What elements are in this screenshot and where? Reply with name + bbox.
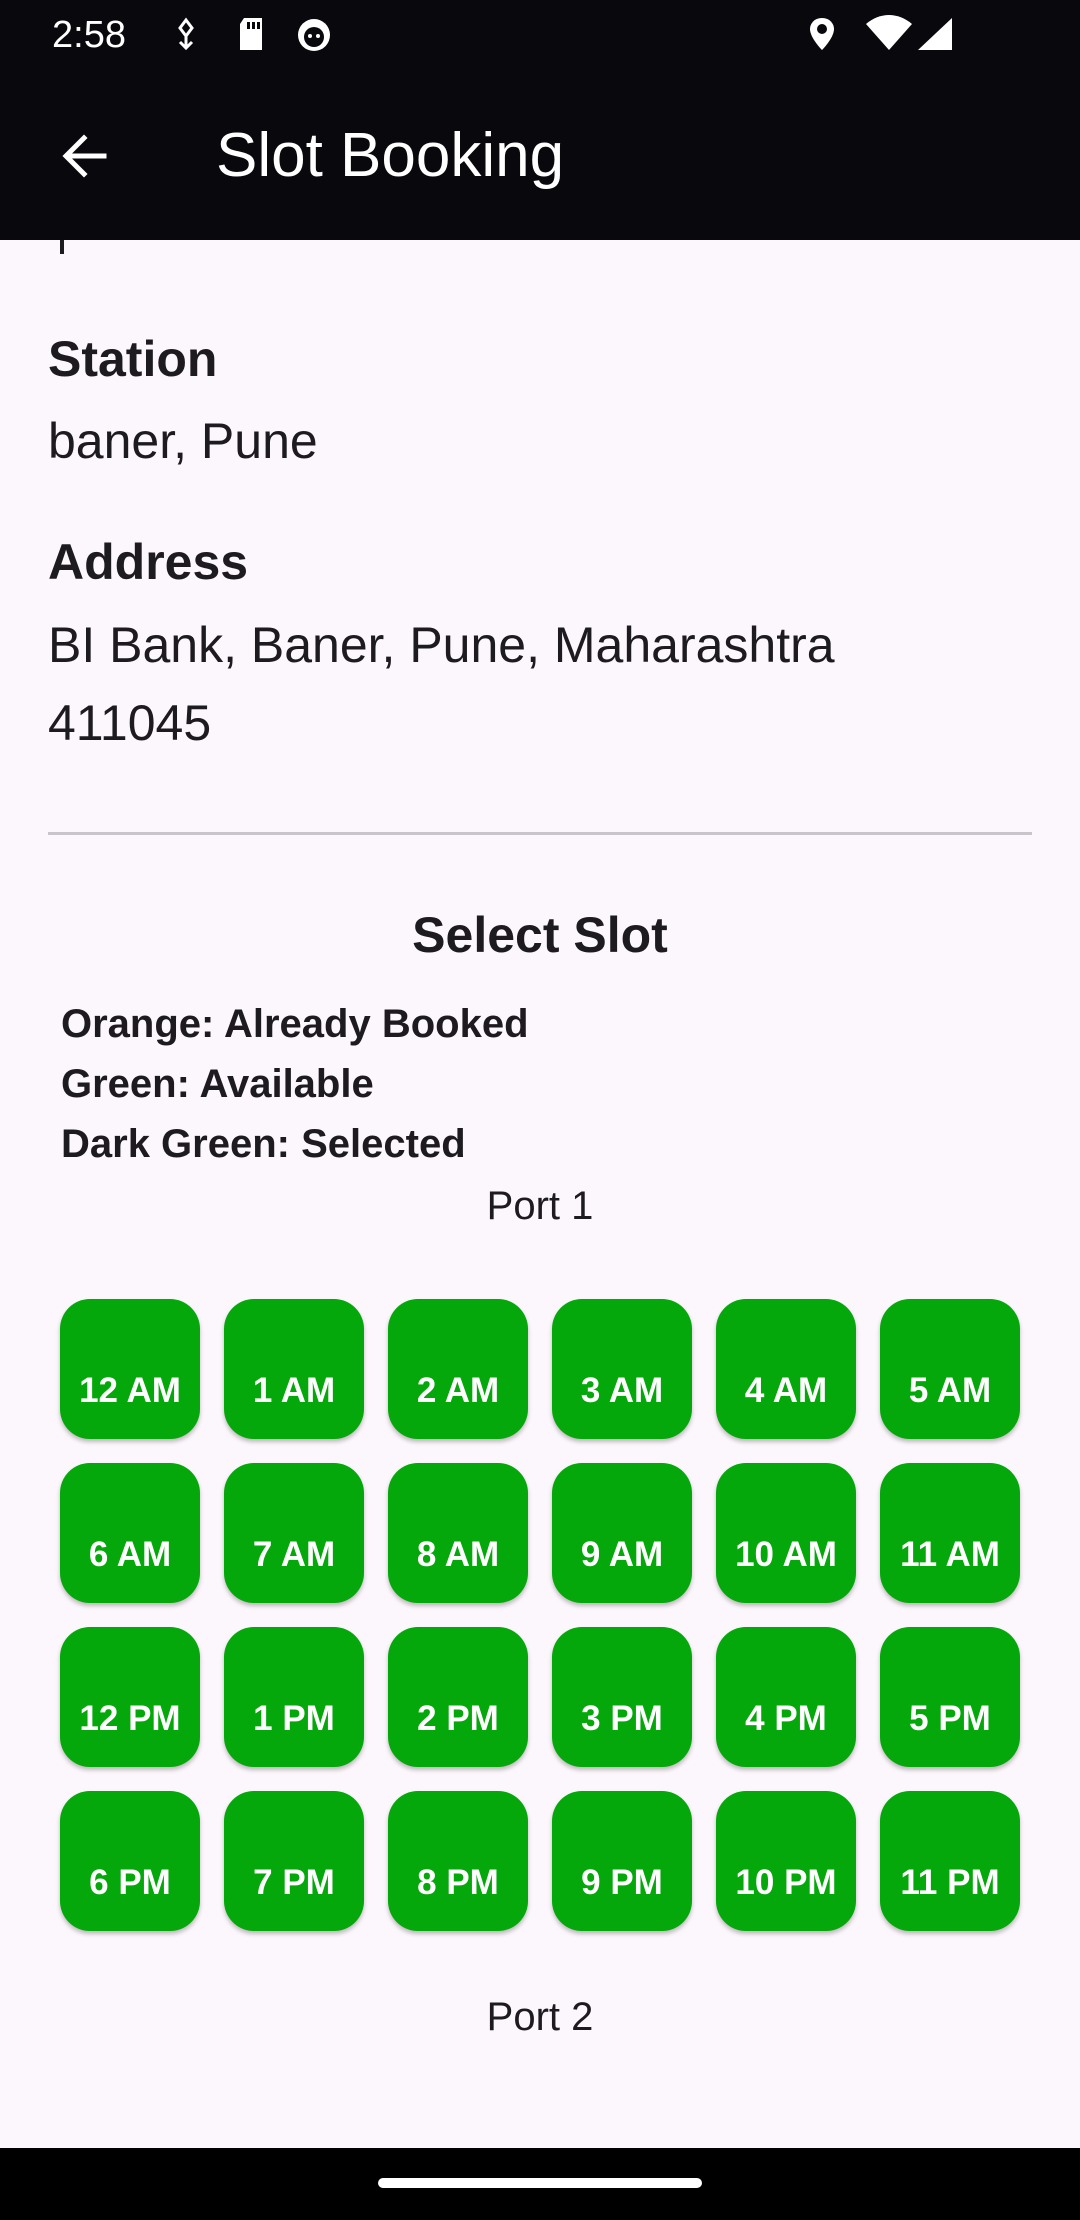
status-bar: 2:58 (0, 0, 1080, 72)
port-2-label: Port 2 (486, 1995, 594, 2039)
slot-button[interactable]: 12 AM (60, 1299, 200, 1439)
slot-button[interactable]: 4 AM (716, 1299, 856, 1439)
slot-button[interactable]: 7 AM (224, 1463, 364, 1603)
address-value: BI Bank, Baner, Pune, Maharashtra 411045 (48, 617, 835, 751)
sd-card-icon (232, 14, 272, 54)
port-1-label: Port 1 (486, 1184, 594, 1228)
slot-button[interactable]: 3 AM (552, 1299, 692, 1439)
status-time: 2:58 (52, 14, 126, 56)
slot-button[interactable]: 12 PM (60, 1627, 200, 1767)
slot-button[interactable]: 6 AM (60, 1463, 200, 1603)
page-title: Slot Booking (216, 121, 565, 190)
slot-button[interactable]: 6 PM (60, 1791, 200, 1931)
slot-button[interactable]: 5 PM (880, 1627, 1020, 1767)
port-1-slot-grid: 12 AM 1 AM 2 AM 3 AM 4 AM 5 AM 6 AM 7 AM 8 AM 9 A… (60, 1299, 1020, 1931)
arrow-back-icon (62, 134, 107, 178)
legend-selected: Dark Green: Selected (61, 1122, 466, 1166)
station-value: baner, Pune (48, 413, 318, 469)
station-label: Station (48, 331, 218, 387)
slot-button[interactable]: 9 AM (552, 1463, 692, 1603)
slot-button[interactable]: 11 PM (880, 1791, 1020, 1931)
app-bar: Slot Booking (0, 72, 1080, 240)
clipped-text-fragment (60, 240, 64, 254)
slot-button[interactable]: 2 PM (388, 1627, 528, 1767)
slot-button[interactable]: 9 PM (552, 1791, 692, 1931)
slot-button[interactable]: 10 PM (716, 1791, 856, 1931)
home-handle[interactable] (378, 2178, 702, 2188)
address-label: Address (48, 534, 249, 590)
slot-button[interactable]: 7 PM (224, 1791, 364, 1931)
legend-available: Green: Available (61, 1062, 374, 1106)
select-slot-title: Select Slot (412, 907, 668, 963)
usb-debug-icon (166, 14, 206, 54)
slot-button[interactable]: 5 AM (880, 1299, 1020, 1439)
legend-booked: Orange: Already Booked (61, 1002, 529, 1046)
slot-button[interactable]: 10 AM (716, 1463, 856, 1603)
slot-button[interactable]: 2 AM (388, 1299, 528, 1439)
cat-app-icon (294, 14, 334, 54)
navigation-bar (0, 2148, 1080, 2220)
divider (48, 832, 1032, 835)
wifi-icon (864, 14, 914, 54)
slot-button[interactable]: 1 AM (224, 1299, 364, 1439)
slot-button[interactable]: 8 PM (388, 1791, 528, 1931)
slot-button[interactable]: 11 AM (880, 1463, 1020, 1603)
signal-icon (914, 14, 956, 54)
slot-button[interactable]: 8 AM (388, 1463, 528, 1603)
location-icon (802, 14, 842, 54)
slot-button[interactable]: 4 PM (716, 1627, 856, 1767)
slot-button[interactable]: 3 PM (552, 1627, 692, 1767)
back-button[interactable] (40, 112, 128, 200)
slot-button[interactable]: 1 PM (224, 1627, 364, 1767)
